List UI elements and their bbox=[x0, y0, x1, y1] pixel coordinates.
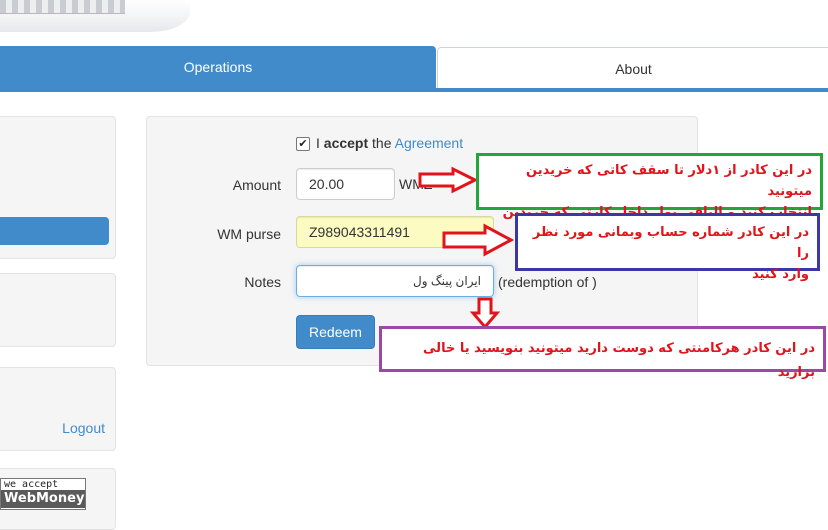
amount-label: Amount bbox=[232, 177, 281, 193]
sidebar-panel-3: Logout bbox=[0, 367, 116, 451]
logout-link[interactable]: Logout bbox=[62, 420, 105, 436]
annotation-line: وارد کنید bbox=[752, 267, 809, 282]
arrow-right-icon bbox=[418, 166, 479, 194]
sidebar-button[interactable] bbox=[0, 217, 109, 245]
accept-prefix: I bbox=[316, 135, 320, 151]
annotation-line: در این کادر شماره حساب وبمانی مورد نظر ر… bbox=[532, 225, 809, 261]
tab-operations[interactable]: Operations bbox=[0, 46, 436, 92]
agreement-checkbox[interactable]: ✔ bbox=[296, 137, 310, 151]
sidebar-panel-1 bbox=[0, 116, 116, 259]
purse-label: WM purse bbox=[217, 226, 281, 242]
badge-line2: WebMoney bbox=[1, 490, 85, 508]
annotation-line: در این کادر هرکامنتی که دوست دارید میتون… bbox=[423, 341, 815, 380]
notes-input[interactable]: ایران پینگ ول bbox=[296, 265, 494, 297]
tab-bar: Operations About bbox=[0, 46, 828, 92]
arrow-down-icon bbox=[470, 297, 500, 330]
agreement-label: I accept the Agreement bbox=[316, 135, 463, 151]
accept-middle: the bbox=[372, 135, 392, 151]
annotation-amount: در این کادر از ۱دلار تا سقف کاتی که خرید… bbox=[476, 153, 823, 241]
amount-input[interactable]: 20.00 bbox=[296, 168, 395, 200]
tab-underline bbox=[0, 88, 828, 92]
banner-graphic bbox=[0, 0, 125, 14]
annotation-notes: در این کادر هرکامنتی که دوست دارید میتون… bbox=[379, 326, 826, 380]
accept-bold: accept bbox=[323, 135, 369, 151]
badge-line1: we accept bbox=[4, 479, 59, 490]
annotation-purse: در این کادر شماره حساب وبمانی مورد نظر ر… bbox=[515, 213, 820, 282]
annotation-line: در این کادر از ۱دلار تا سقف کاتی که خرید… bbox=[526, 163, 812, 199]
sidebar-panel-2 bbox=[0, 273, 116, 347]
webmoney-badge: we accept WebMoney bbox=[0, 478, 86, 510]
redeem-button[interactable]: Redeem bbox=[296, 315, 375, 349]
tab-about[interactable]: About bbox=[437, 47, 828, 91]
notes-label: Notes bbox=[244, 274, 281, 290]
header-banner bbox=[0, 0, 190, 32]
agreement-link[interactable]: Agreement bbox=[395, 135, 463, 151]
